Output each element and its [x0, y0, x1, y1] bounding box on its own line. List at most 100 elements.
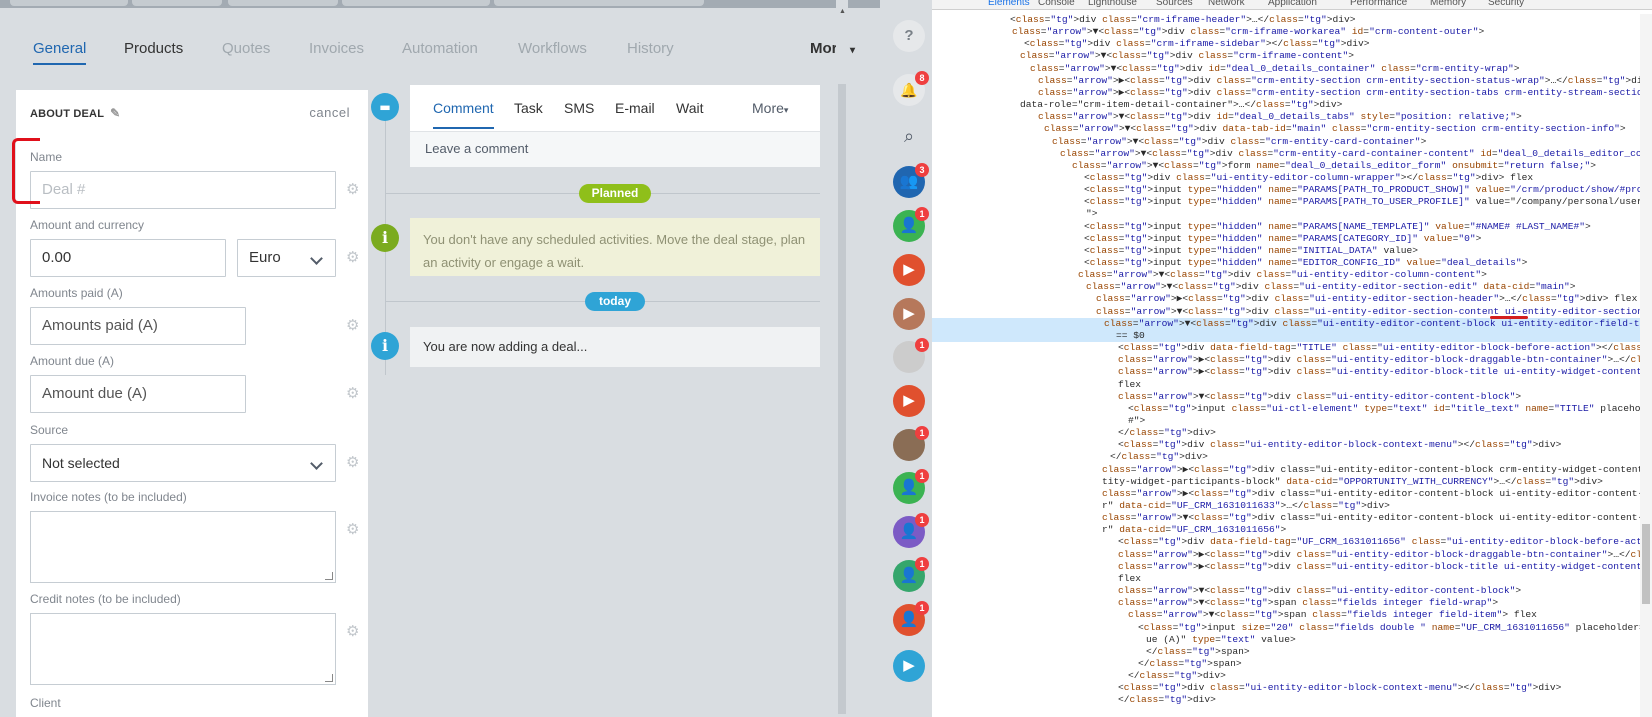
- tab-task[interactable]: Task: [514, 100, 543, 116]
- scrollbar-thumb[interactable]: [1642, 524, 1650, 604]
- toolbar-chip[interactable]: [132, 0, 222, 6]
- user-avatar-icon[interactable]: 👤 1: [893, 469, 929, 504]
- dom-node-line[interactable]: </class="tg">div>: [932, 427, 1640, 439]
- dom-node-line[interactable]: class="arrow">▼<class="tg">div class="ui…: [932, 391, 1640, 403]
- tab-memory[interactable]: Memory: [1430, 0, 1466, 8]
- dom-node-line[interactable]: data-role="crm-item-detail-container">…<…: [932, 99, 1640, 111]
- dom-node-line[interactable]: #">: [932, 415, 1640, 427]
- tab-products[interactable]: Products: [124, 40, 183, 57]
- group-chat-icon[interactable]: 👥 3: [893, 163, 929, 198]
- dom-node-line[interactable]: class="arrow">▼<class="tg">div class="ui…: [932, 269, 1640, 281]
- tab-comment[interactable]: Comment: [433, 100, 494, 129]
- tab-console[interactable]: Console: [1038, 0, 1075, 8]
- currency-select[interactable]: Euro: [237, 239, 336, 277]
- tab-invoices[interactable]: Invoices: [309, 40, 364, 57]
- dom-node-line[interactable]: <class="tg">div data-field-tag="UF_CRM_1…: [932, 536, 1652, 548]
- help-icon[interactable]: ?: [893, 20, 925, 52]
- dom-node-line[interactable]: class="arrow">▼<class="tg">form name="de…: [932, 160, 1640, 172]
- video-call-icon[interactable]: ▶: [893, 385, 925, 417]
- page-scrollbar[interactable]: ▲: [836, 0, 848, 717]
- dom-node-line[interactable]: r" data-cid="UF_CRM_1631011633">…</class…: [932, 500, 1640, 512]
- gear-icon[interactable]: ⚙: [346, 248, 359, 266]
- dom-node-line[interactable]: <class="tg">input type="hidden" name="PA…: [932, 233, 1640, 245]
- tab-more[interactable]: More ▾: [810, 40, 855, 57]
- tab-network[interactable]: Network: [1208, 0, 1245, 8]
- avatar[interactable]: 1: [893, 426, 929, 461]
- dom-node-line[interactable]: class="arrow">▶<class="tg">div class="ui…: [932, 293, 1640, 305]
- amount-due-input[interactable]: Amount due (A): [30, 375, 246, 413]
- video-call-icon[interactable]: ▶: [893, 254, 925, 286]
- tab-feed-more[interactable]: More▾: [752, 100, 788, 116]
- dom-node-line[interactable]: class="arrow">▼<class="tg">div class="ui…: [932, 317, 1652, 330]
- tab-security[interactable]: Security: [1488, 0, 1524, 8]
- dom-node-line[interactable]: class="arrow">▶<class="tg">div class="ui…: [932, 464, 1652, 476]
- dom-node-line[interactable]: class="arrow">▶<class="tg">div class="ui…: [932, 549, 1652, 561]
- dom-node-line[interactable]: class="arrow">▶<class="tg">div class="ui…: [932, 488, 1652, 500]
- dom-node-line[interactable]: class="arrow">▼<class="tg">div class="cr…: [932, 50, 1640, 62]
- dom-node-line[interactable]: </class="tg">div>: [932, 694, 1640, 706]
- avatar[interactable]: 1: [893, 338, 929, 373]
- video-call-icon[interactable]: ▶: [893, 298, 925, 330]
- scroll-up-arrow-icon[interactable]: ▲: [839, 8, 846, 15]
- scrollbar-thumb[interactable]: [838, 84, 846, 714]
- gear-icon[interactable]: ⚙: [346, 622, 359, 640]
- gear-icon[interactable]: ⚙: [346, 180, 359, 198]
- dom-node-line[interactable]: class="arrow">▶<class="tg">div class="ui…: [932, 561, 1652, 573]
- tab-history[interactable]: History: [627, 40, 674, 57]
- dom-node-line[interactable]: <class="tg">div class="crm-iframe-sideba…: [932, 38, 1640, 50]
- dom-node-line[interactable]: r" data-cid="UF_CRM_1631011656">: [932, 524, 1640, 536]
- dom-node-line[interactable]: </class="tg">span>: [932, 658, 1640, 670]
- gear-icon[interactable]: ⚙: [346, 453, 359, 471]
- toolbar-chip[interactable]: [342, 0, 490, 6]
- tab-wait[interactable]: Wait: [676, 100, 703, 116]
- dom-node-line[interactable]: <class="tg">input type="hidden" name="PA…: [932, 221, 1640, 233]
- dom-node-line[interactable]: <class="tg">div class="crm-iframe-header…: [932, 14, 1640, 26]
- toolbar-chip[interactable]: [228, 0, 338, 6]
- dom-node-line[interactable]: class="arrow">▼<class="tg">div class="ui…: [932, 281, 1640, 293]
- dom-node-line[interactable]: class="arrow">▼<class="tg">div class="ui…: [932, 306, 1652, 318]
- comment-input[interactable]: Leave a comment: [410, 131, 820, 167]
- dom-node-line[interactable]: <class="tg">input type="hidden" name="PA…: [932, 184, 1652, 196]
- amount-input[interactable]: 0.00: [30, 239, 226, 277]
- gear-icon[interactable]: ⚙: [346, 520, 359, 538]
- tab-application[interactable]: Application: [1268, 0, 1317, 8]
- dom-node-line[interactable]: class="arrow">▶<class="tg">div class="ui…: [932, 366, 1652, 378]
- tab-general[interactable]: General: [33, 40, 87, 65]
- dom-node-line[interactable]: <class="tg">input type="hidden" name="ED…: [932, 257, 1640, 269]
- dom-node-line[interactable]: class="arrow">▼<class="tg">div id="deal_…: [932, 63, 1640, 75]
- tab-sources[interactable]: Sources: [1156, 0, 1193, 8]
- user-avatar-icon[interactable]: 👤 1: [893, 207, 929, 242]
- dom-node-line[interactable]: ue (A)" type="text" value>: [932, 634, 1640, 646]
- tab-lighthouse[interactable]: Lighthouse: [1088, 0, 1137, 8]
- invoice-notes-textarea[interactable]: [30, 511, 336, 583]
- bell-icon[interactable]: 🔔 8: [893, 71, 929, 106]
- dom-node-line[interactable]: class="arrow">▼<class="tg">span class="f…: [932, 609, 1640, 621]
- dom-node-line[interactable]: class="arrow">▼<class="tg">span class="f…: [932, 597, 1640, 609]
- dom-node-line[interactable]: class="arrow">▼<class="tg">div class="cr…: [932, 148, 1652, 160]
- tab-email[interactable]: E-mail: [615, 100, 655, 116]
- dom-node-line[interactable]: class="arrow">▼<class="tg">div class="cr…: [932, 136, 1640, 148]
- user-avatar-icon[interactable]: 👤 1: [893, 557, 929, 592]
- dom-node-line[interactable]: flex: [932, 573, 1640, 585]
- dom-node-line[interactable]: <class="tg">div class="ui-entity-editor-…: [932, 439, 1640, 451]
- dom-node-line[interactable]: </class="tg">div>: [932, 451, 1640, 463]
- dom-node-line[interactable]: </class="tg">div>: [932, 670, 1640, 682]
- dom-node-line[interactable]: ">: [932, 208, 1640, 220]
- toolbar-chip[interactable]: [10, 0, 128, 6]
- devtools-scrollbar[interactable]: [1640, 14, 1652, 717]
- amounts-paid-input[interactable]: Amounts paid (A): [30, 307, 246, 345]
- source-select[interactable]: Not selected: [30, 444, 336, 482]
- dom-node-line[interactable]: <class="tg">div class="ui-entity-editor-…: [932, 172, 1640, 184]
- tab-elements[interactable]: Elements: [988, 0, 1030, 8]
- dom-node-line[interactable]: <class="tg">input type="hidden" name="IN…: [932, 245, 1640, 257]
- dom-node-line[interactable]: <class="tg">div class="ui-entity-editor-…: [932, 682, 1640, 694]
- video-call-icon[interactable]: ▶: [893, 650, 925, 682]
- gear-icon[interactable]: ⚙: [346, 384, 359, 402]
- name-input[interactable]: Deal #: [30, 171, 336, 209]
- user-avatar-icon[interactable]: 👤 1: [893, 601, 929, 636]
- dom-node-line[interactable]: class="arrow">▶<class="tg">div class="cr…: [932, 87, 1652, 99]
- credit-notes-textarea[interactable]: [30, 613, 336, 685]
- cancel-link[interactable]: cancel: [309, 105, 350, 120]
- tab-quotes[interactable]: Quotes: [222, 40, 270, 57]
- gear-icon[interactable]: ⚙: [346, 316, 359, 334]
